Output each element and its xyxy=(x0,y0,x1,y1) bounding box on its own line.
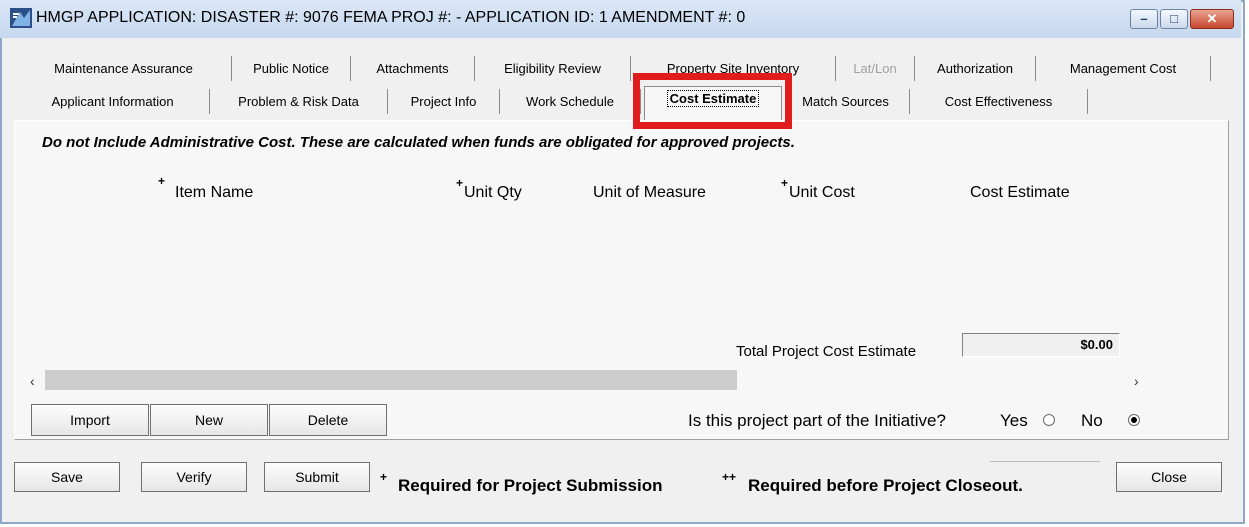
maximize-button[interactable]: □ xyxy=(1160,9,1188,29)
scroll-left-arrow-icon[interactable]: ‹ xyxy=(30,373,35,389)
tab-maintenance-assurance[interactable]: Maintenance Assurance xyxy=(16,56,232,81)
column-header-unit-of-measure: Unit of Measure xyxy=(593,184,706,201)
delete-button[interactable]: Delete xyxy=(269,404,387,436)
required-marker: + xyxy=(781,176,789,190)
tab-problem-risk-data[interactable]: Problem & Risk Data xyxy=(210,89,388,114)
minimize-button[interactable]: – xyxy=(1130,9,1158,29)
app-logo-icon xyxy=(10,8,32,28)
column-header-unit-cost: Unit Cost xyxy=(789,184,855,201)
new-button[interactable]: New xyxy=(150,404,268,436)
tab-cost-effectiveness[interactable]: Cost Effectiveness xyxy=(910,89,1088,114)
scroll-right-arrow-icon[interactable]: › xyxy=(1134,373,1139,389)
required-closeout-note: Required before Project Closeout. xyxy=(748,476,1023,495)
tab-lat-lon: Lat/Lon xyxy=(836,56,915,81)
initiative-no-label: No xyxy=(1081,411,1103,430)
initiative-yes-radio[interactable] xyxy=(1043,414,1055,426)
plus-marker: + xyxy=(380,470,388,484)
tab-work-schedule[interactable]: Work Schedule xyxy=(500,89,641,114)
maximize-icon: □ xyxy=(1170,11,1178,26)
close-icon: ✕ xyxy=(1206,11,1218,26)
initiative-yes-label: Yes xyxy=(1000,411,1028,430)
column-header-unit-qty: Unit Qty xyxy=(464,184,522,201)
cost-estimate-panel xyxy=(14,120,1229,440)
minimize-icon: – xyxy=(1140,11,1148,26)
required-marker: + xyxy=(456,176,464,190)
tab-applicant-information[interactable]: Applicant Information xyxy=(16,89,210,114)
tab-project-info[interactable]: Project Info xyxy=(388,89,500,114)
required-submission-note: Required for Project Submission xyxy=(398,476,663,495)
save-button[interactable]: Save xyxy=(14,462,120,492)
double-plus-marker: ++ xyxy=(722,470,737,484)
title-bar: HMGP APPLICATION: DISASTER #: 9076 FEMA … xyxy=(0,0,1241,38)
window-title: HMGP APPLICATION: DISASTER #: 9076 FEMA … xyxy=(36,9,746,26)
tab-eligibility-review[interactable]: Eligibility Review xyxy=(475,56,631,81)
total-project-cost-label: Total Project Cost Estimate xyxy=(736,343,917,360)
hidden-button-edge xyxy=(990,461,1100,470)
verify-button[interactable]: Verify xyxy=(141,462,247,492)
total-project-cost-field: $0.00 xyxy=(962,333,1120,357)
close-window-button[interactable]: ✕ xyxy=(1190,9,1234,29)
initiative-no-radio[interactable] xyxy=(1128,414,1140,426)
import-button[interactable]: Import xyxy=(31,404,149,436)
cost-estimate-highlight-box xyxy=(633,73,792,129)
tab-authorization[interactable]: Authorization xyxy=(915,56,1036,81)
tab-match-sources[interactable]: Match Sources xyxy=(782,89,910,114)
administrative-cost-notice: Do not Include Administrative Cost. Thes… xyxy=(42,134,795,151)
required-marker: + xyxy=(158,174,166,188)
horizontal-scrollbar-thumb[interactable] xyxy=(45,370,737,390)
submit-button[interactable]: Submit xyxy=(264,462,370,492)
tab-public-notice[interactable]: Public Notice xyxy=(232,56,351,81)
tab-management-cost[interactable]: Management Cost xyxy=(1036,56,1211,81)
close-button[interactable]: Close xyxy=(1116,462,1222,492)
tab-attachments[interactable]: Attachments xyxy=(351,56,475,81)
column-header-cost-estimate: Cost Estimate xyxy=(970,184,1070,201)
column-header-item-name: Item Name xyxy=(175,184,254,201)
initiative-question: Is this project part of the Initiative? xyxy=(688,411,946,430)
